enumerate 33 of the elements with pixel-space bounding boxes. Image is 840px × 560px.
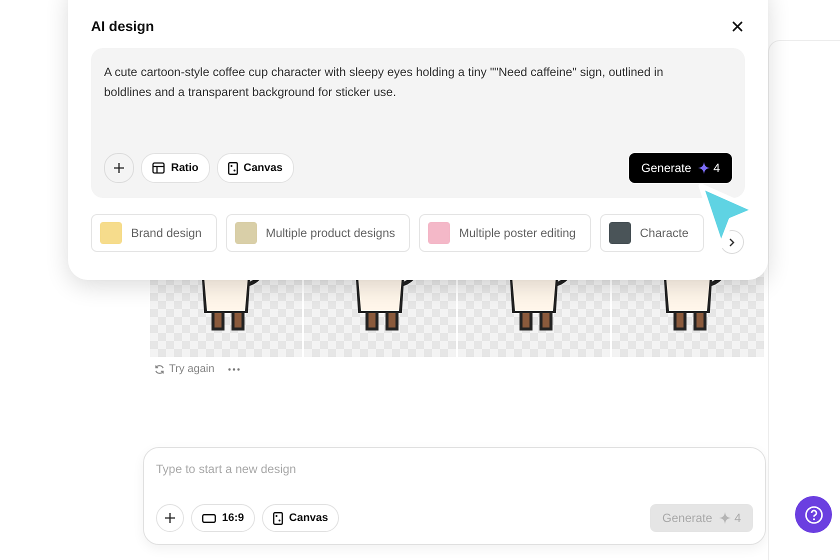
suggestion-chip[interactable]: Characte bbox=[600, 214, 704, 252]
rectangle-icon bbox=[202, 514, 216, 522]
try-again-button[interactable]: Try again bbox=[154, 363, 214, 375]
dialog-title: AI design bbox=[91, 18, 154, 34]
thumbnail-image bbox=[100, 222, 122, 244]
plus-icon bbox=[113, 162, 125, 174]
sparkle-icon bbox=[698, 162, 710, 174]
add-button[interactable] bbox=[156, 504, 184, 532]
aspect-ratio-button[interactable]: 16:9 bbox=[191, 504, 256, 532]
help-icon bbox=[804, 506, 822, 524]
prompt-text[interactable]: A cute cartoon-style coffee cup character with sleepy eyes holding a tiny ""Need caffeine" sign, outlined in boldlines and a transparent background for sticker use. bbox=[104, 62, 732, 102]
refresh-icon bbox=[154, 364, 165, 374]
generate-button[interactable]: Generate 4 bbox=[629, 153, 732, 183]
canvas-icon bbox=[273, 512, 284, 524]
thumbnail-image bbox=[234, 222, 257, 244]
canvas-button[interactable]: Canvas bbox=[262, 504, 340, 532]
more-icon[interactable] bbox=[228, 368, 240, 370]
prompt-input[interactable]: Type to start a new design bbox=[156, 462, 753, 476]
canvas-button[interactable]: Canvas bbox=[216, 153, 294, 183]
thumbnail-image bbox=[608, 222, 631, 244]
chevron-right-icon bbox=[729, 238, 735, 246]
suggestion-chip[interactable]: Brand design bbox=[91, 214, 217, 252]
sparkle-icon bbox=[719, 512, 732, 524]
suggestion-chip[interactable]: Multiple poster editing bbox=[419, 214, 591, 252]
add-button[interactable] bbox=[104, 153, 134, 183]
layout-icon bbox=[152, 162, 165, 174]
thumbnail-image bbox=[428, 222, 450, 244]
suggestion-chip[interactable]: Multiple product designs bbox=[226, 214, 410, 252]
ratio-button[interactable]: Ratio bbox=[141, 153, 210, 183]
close-icon bbox=[732, 20, 743, 32]
canvas-icon bbox=[228, 162, 238, 174]
close-button[interactable] bbox=[730, 18, 745, 34]
plus-icon bbox=[164, 512, 176, 524]
